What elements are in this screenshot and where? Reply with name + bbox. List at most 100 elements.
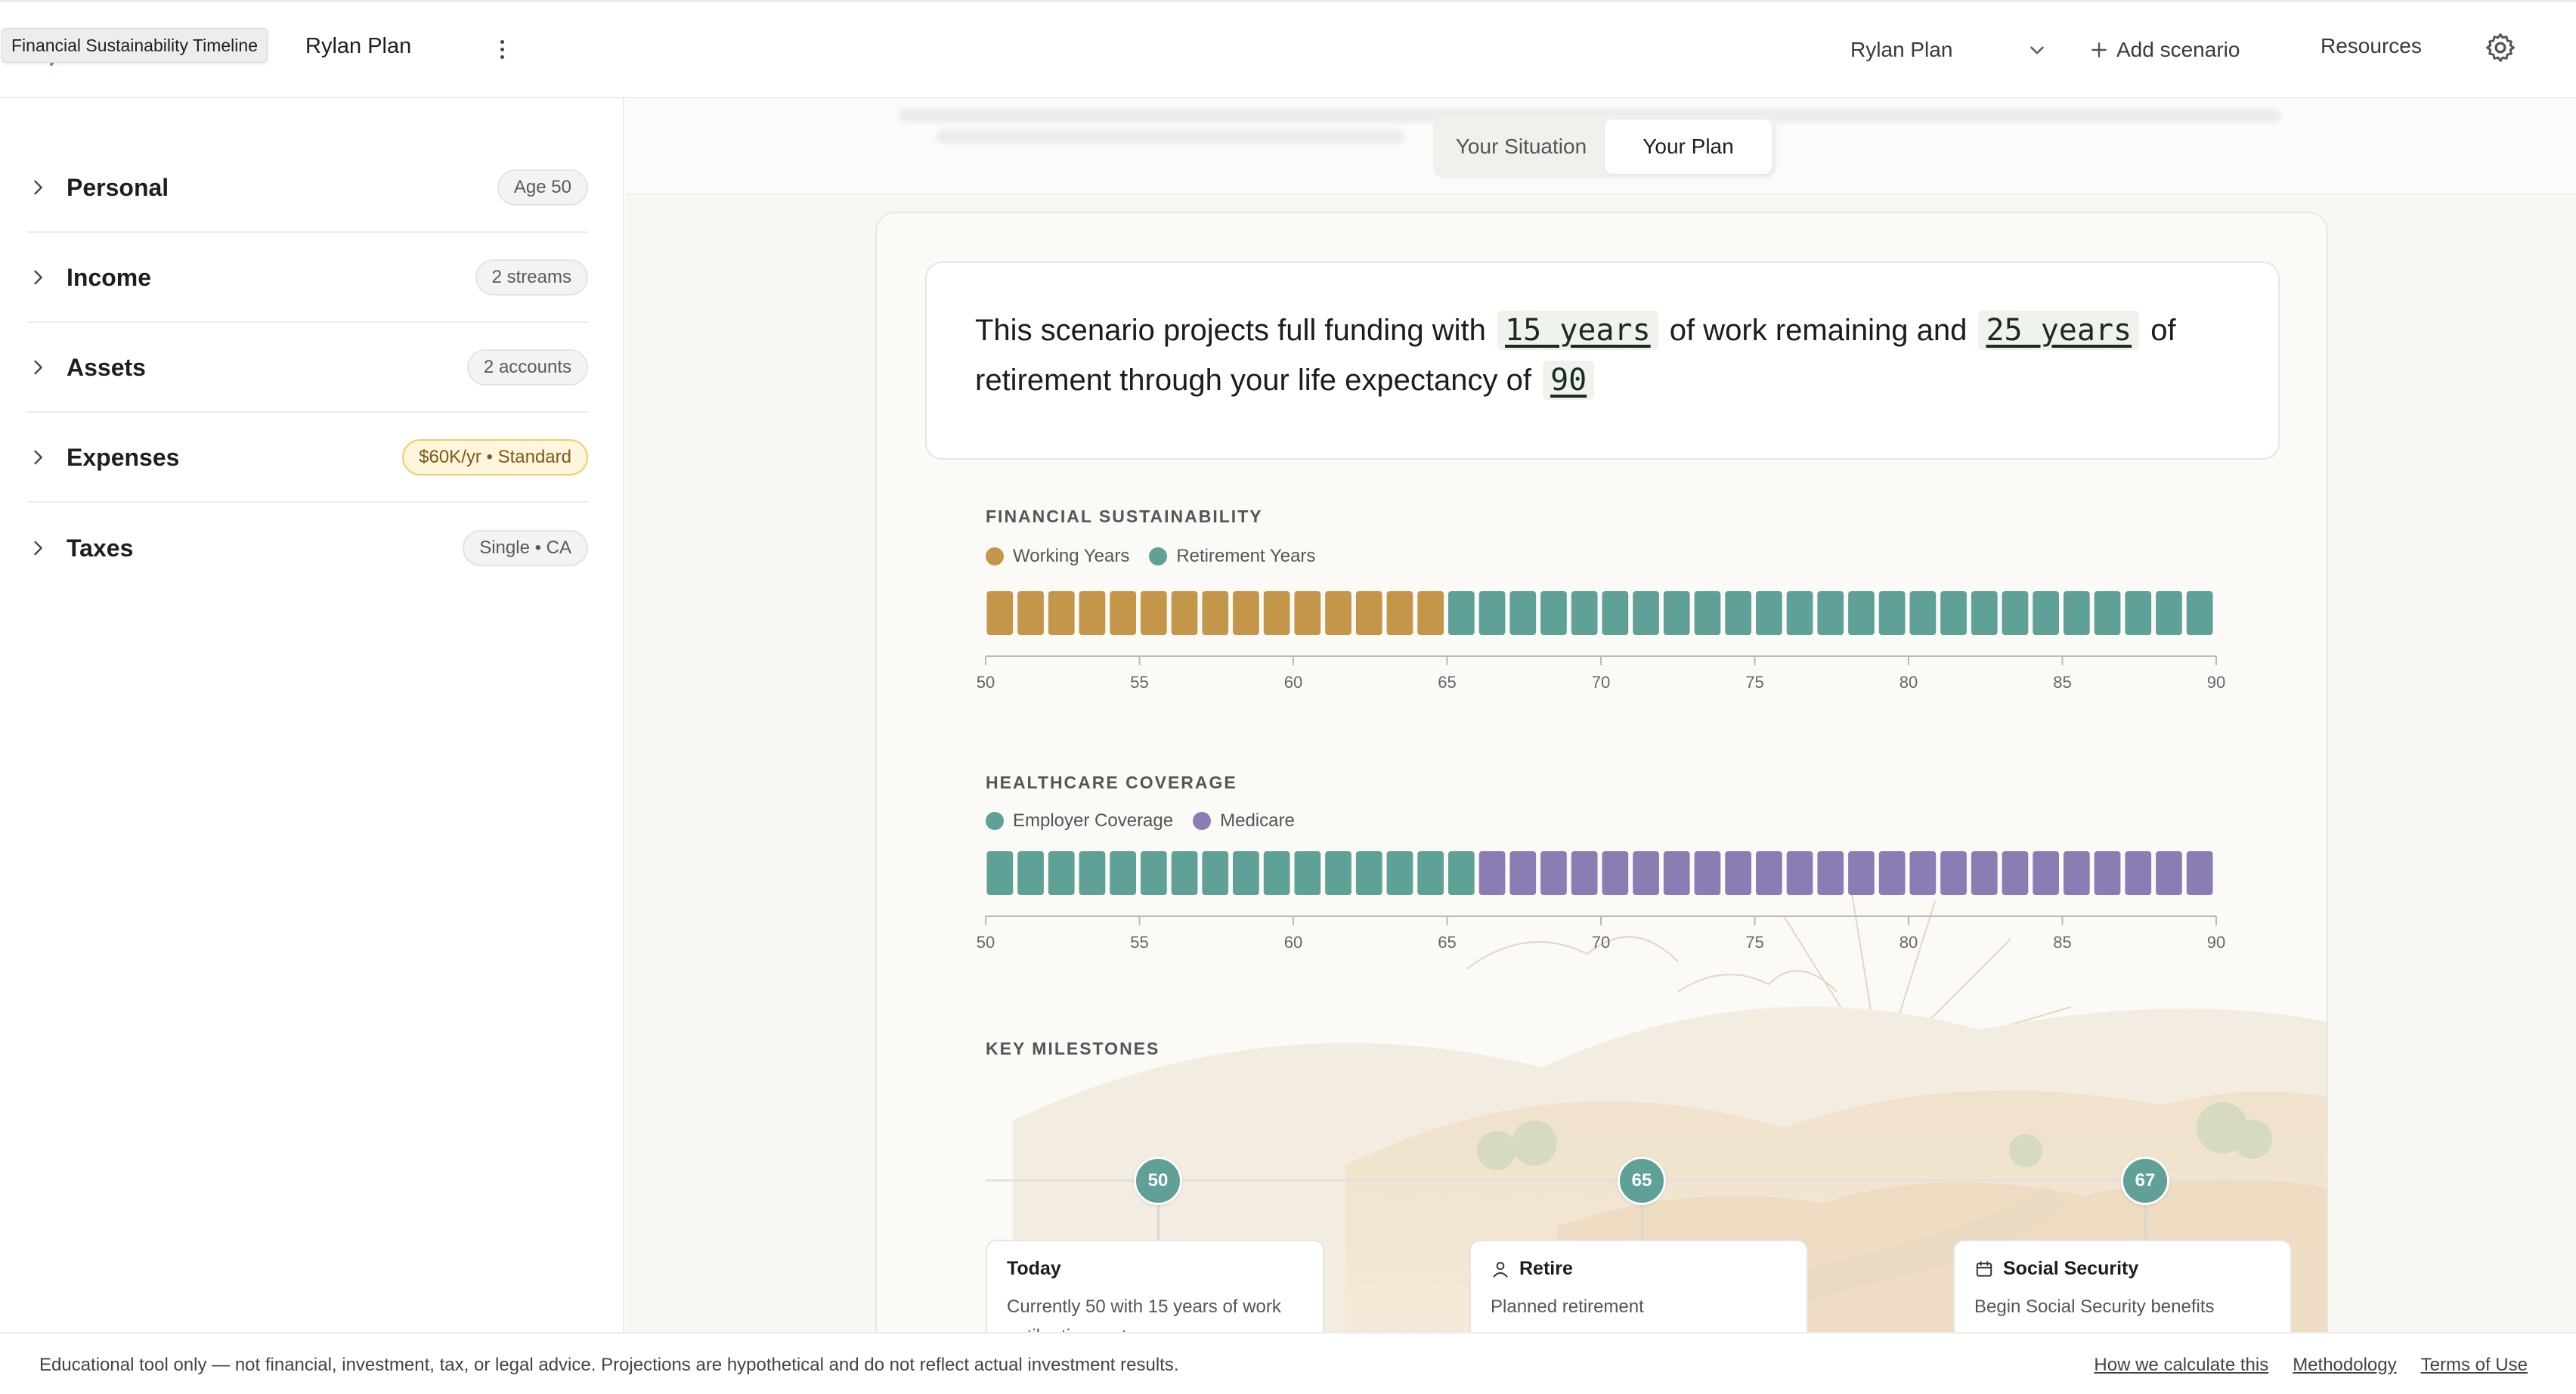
year-block[interactable] <box>1171 591 1198 635</box>
year-block[interactable] <box>1940 591 1967 635</box>
year-block[interactable] <box>1940 851 1967 895</box>
year-block[interactable] <box>2186 591 2213 635</box>
year-block[interactable] <box>1079 591 1106 635</box>
year-block[interactable] <box>1725 591 1751 635</box>
year-block[interactable] <box>1786 851 1813 895</box>
year-block[interactable] <box>2125 851 2152 895</box>
year-block[interactable] <box>1509 851 1537 895</box>
resources-link[interactable]: Resources <box>2321 34 2422 58</box>
year-block[interactable] <box>1694 851 1721 895</box>
year-block[interactable] <box>1878 591 1906 635</box>
year-block[interactable] <box>1478 591 1506 635</box>
year-block[interactable] <box>1079 851 1106 895</box>
sidebar-item-assets[interactable]: Assets 2 accounts <box>27 324 588 413</box>
year-block[interactable] <box>2033 591 2059 635</box>
year-block[interactable] <box>2186 851 2213 895</box>
year-block[interactable] <box>1448 851 1475 895</box>
add-scenario-button[interactable]: Add scenario <box>2089 31 2240 69</box>
year-block[interactable] <box>1817 591 1844 635</box>
year-block[interactable] <box>1355 591 1382 635</box>
year-block[interactable] <box>2033 851 2059 895</box>
methodology-link[interactable]: Methodology <box>2293 1355 2396 1376</box>
year-block[interactable] <box>1602 851 1629 895</box>
how-we-calculate-link[interactable]: How we calculate this <box>2094 1355 2268 1376</box>
year-block[interactable] <box>1141 851 1167 895</box>
more-options-icon[interactable] <box>493 33 511 66</box>
year-block[interactable] <box>1294 851 1321 895</box>
year-block[interactable] <box>1048 591 1075 635</box>
year-block[interactable] <box>2002 591 2029 635</box>
milestone-marker[interactable]: 50 <box>1134 1157 1182 1205</box>
year-block[interactable] <box>2002 851 2029 895</box>
year-block[interactable] <box>1294 591 1321 635</box>
year-block[interactable] <box>1663 851 1690 895</box>
year-block[interactable] <box>986 851 1014 895</box>
year-block[interactable] <box>1171 851 1198 895</box>
milestone-marker[interactable]: 65 <box>1618 1157 1666 1205</box>
year-block[interactable] <box>1756 591 1782 635</box>
sidebar-item-personal[interactable]: Personal Age 50 <box>27 144 588 233</box>
year-block[interactable] <box>986 591 1014 635</box>
year-block[interactable] <box>1786 591 1813 635</box>
year-block[interactable] <box>1017 851 1044 895</box>
year-block[interactable] <box>1263 591 1290 635</box>
terms-of-use-link[interactable]: Terms of Use <box>2421 1355 2528 1376</box>
year-block[interactable] <box>1017 591 1044 635</box>
tab-your-situation[interactable]: Your Situation <box>1438 119 1605 174</box>
year-block[interactable] <box>1263 851 1290 895</box>
year-block[interactable] <box>1386 851 1413 895</box>
year-block[interactable] <box>1386 591 1413 635</box>
year-block[interactable] <box>1633 851 1659 895</box>
year-block[interactable] <box>1756 851 1782 895</box>
year-block[interactable] <box>1540 851 1567 895</box>
year-block[interactable] <box>1694 591 1721 635</box>
year-block[interactable] <box>1048 851 1075 895</box>
year-block[interactable] <box>1417 851 1444 895</box>
gear-icon[interactable] <box>2484 31 2517 64</box>
milestone-card-today[interactable]: Today Currently 50 with 15 years of work… <box>986 1240 1324 1332</box>
retire-years-value[interactable]: 25 years <box>1978 311 2140 350</box>
year-block[interactable] <box>2094 591 2121 635</box>
sidebar-item-taxes[interactable]: Taxes Single • CA <box>27 503 588 593</box>
year-block[interactable] <box>1571 591 1598 635</box>
year-block[interactable] <box>1202 851 1229 895</box>
tab-your-plan[interactable]: Your Plan <box>1605 119 1772 174</box>
year-block[interactable] <box>1141 591 1167 635</box>
year-block[interactable] <box>1909 591 1937 635</box>
year-block[interactable] <box>1355 851 1382 895</box>
year-block[interactable] <box>1233 851 1259 895</box>
year-block[interactable] <box>1509 591 1537 635</box>
year-block[interactable] <box>1110 591 1136 635</box>
year-block[interactable] <box>1725 851 1751 895</box>
milestone-marker[interactable]: 67 <box>2121 1157 2169 1205</box>
milestone-card-social-security[interactable]: Social Security Begin Social Security be… <box>1953 1240 2292 1332</box>
year-block[interactable] <box>1663 591 1690 635</box>
year-block[interactable] <box>1571 851 1598 895</box>
year-block[interactable] <box>2156 851 2182 895</box>
year-block[interactable] <box>2064 591 2090 635</box>
year-block[interactable] <box>1478 851 1506 895</box>
year-block[interactable] <box>2064 851 2090 895</box>
year-block[interactable] <box>1540 591 1567 635</box>
year-block[interactable] <box>1817 851 1844 895</box>
year-block[interactable] <box>1971 851 1998 895</box>
year-block[interactable] <box>1233 591 1259 635</box>
year-block[interactable] <box>1602 591 1629 635</box>
year-block[interactable] <box>1909 851 1937 895</box>
year-block[interactable] <box>1325 851 1351 895</box>
year-block[interactable] <box>1848 851 1875 895</box>
milestone-card-retire[interactable]: Retire Planned retirement <box>1469 1240 1808 1332</box>
year-block[interactable] <box>1848 591 1875 635</box>
sidebar-item-income[interactable]: Income 2 streams <box>27 234 588 323</box>
life-expectancy-value[interactable]: 90 <box>1543 361 1595 400</box>
year-block[interactable] <box>2094 851 2121 895</box>
scenario-select[interactable]: Rylan Plan <box>1850 31 2047 69</box>
year-block[interactable] <box>2125 591 2152 635</box>
work-years-value[interactable]: 15 years <box>1497 311 1658 350</box>
year-block[interactable] <box>1110 851 1136 895</box>
sidebar-item-expenses[interactable]: Expenses $60K/yr • Standard <box>27 414 588 503</box>
year-block[interactable] <box>1878 851 1906 895</box>
year-block[interactable] <box>1417 591 1444 635</box>
year-block[interactable] <box>1202 591 1229 635</box>
year-block[interactable] <box>1971 591 1998 635</box>
